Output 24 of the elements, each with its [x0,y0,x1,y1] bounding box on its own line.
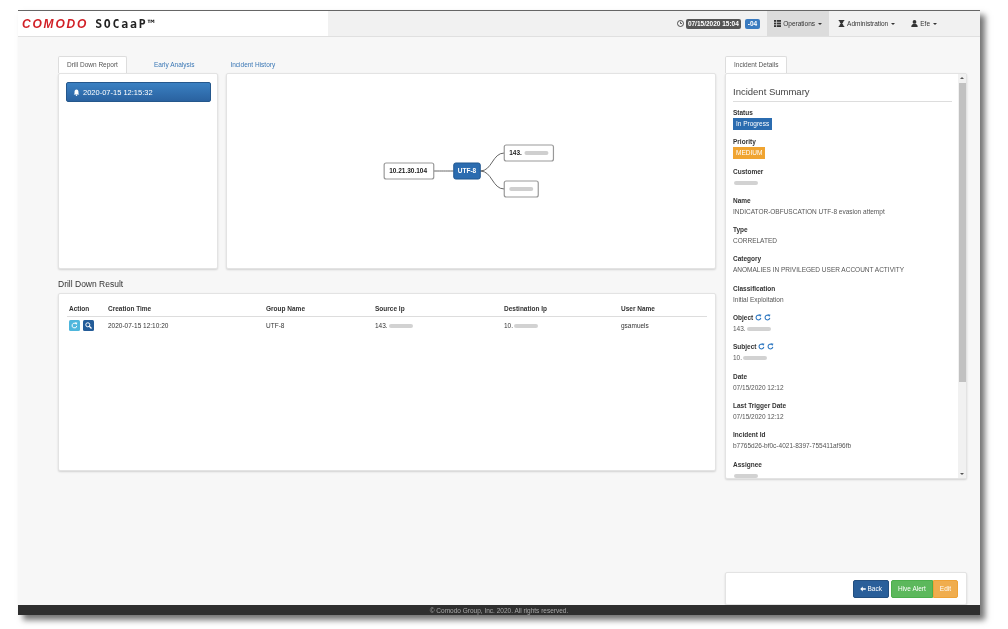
caret-icon [891,22,896,25]
graph-edge [479,170,505,190]
product-name: SOCaaP™ [95,16,157,31]
bell-icon [73,88,80,96]
caret-icon [818,22,823,25]
hourglass-icon [838,20,846,27]
list-icon [774,20,782,27]
graph-node[interactable] [503,180,539,198]
user-icon [911,20,919,27]
refresh-icon [71,322,78,329]
search-button[interactable] [83,320,94,331]
scroll-up-icon[interactable] [960,77,964,79]
search-icon [85,322,92,329]
arrow-left-icon [859,585,866,592]
scroll-thumb[interactable] [958,83,966,382]
caret-icon [933,22,937,25]
brand-logo[interactable]: COMODO [22,16,89,31]
section-title: Drill Down Result [58,279,124,289]
summary-title: Incident Summary [733,86,952,102]
scroll-down-icon[interactable] [960,473,964,475]
graph-edge [433,170,455,172]
clock-icon [676,20,684,27]
graph-edge [479,152,505,172]
scrollbar[interactable] [958,74,966,478]
